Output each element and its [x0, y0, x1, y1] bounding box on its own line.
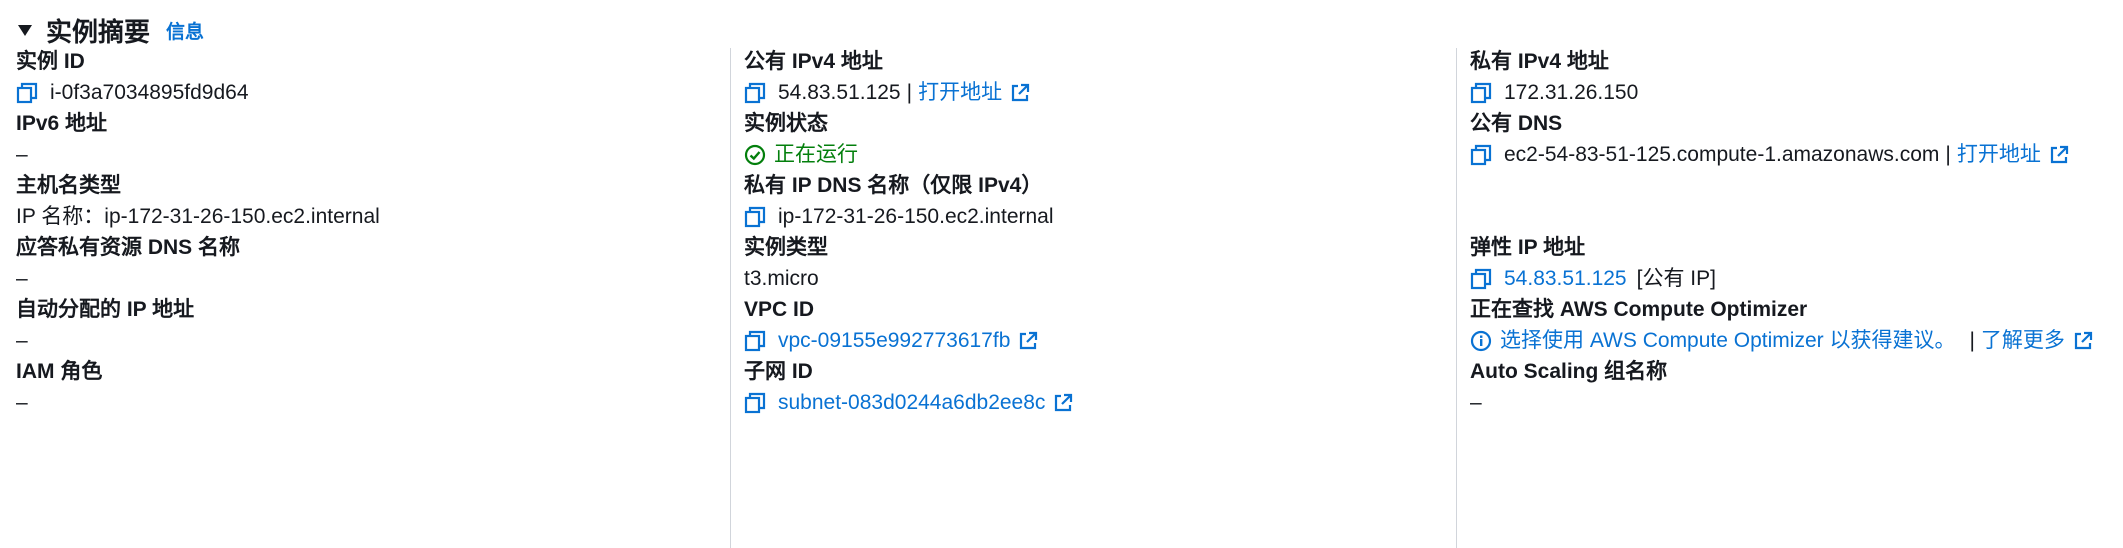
column-2: 公有 IPv4 地址 54.83.51.125 | 打开地址 实例状态 正在运行…: [744, 48, 1454, 548]
field-label: 实例类型: [744, 236, 828, 259]
field-label: IAM 角色: [16, 360, 103, 383]
field-auto-ip: 自动分配的 IP 地址 –: [16, 296, 726, 356]
public-dns-value: ec2-54-83-51-125.compute-1.amazonaws.com: [1504, 143, 1940, 166]
field-label: Auto Scaling 组名称: [1470, 360, 1668, 383]
instance-type-value: t3.micro: [744, 267, 819, 290]
answer-private-dns-value: –: [16, 267, 28, 290]
instance-id-value: i-0f3a7034895fd9d64: [50, 81, 249, 104]
section-header[interactable]: 实例摘要 信息: [16, 10, 204, 50]
private-ipv4-value: 172.31.26.150: [1504, 81, 1639, 104]
external-link-icon[interactable]: [1010, 82, 1032, 104]
field-label: 自动分配的 IP 地址: [16, 298, 195, 321]
field-elastic-ip: 弹性 IP 地址 54.83.51.125 [公有 IP]: [1470, 234, 2110, 294]
field-label: 实例 ID: [16, 50, 85, 73]
field-compute-optimizer: 正在查找 AWS Compute Optimizer 选择使用 AWS Comp…: [1470, 296, 2110, 356]
copy-icon[interactable]: [744, 80, 772, 106]
field-label: 公有 IPv4 地址: [744, 50, 883, 73]
asg-name-value: –: [1470, 391, 1482, 414]
ipv6-value: –: [16, 143, 28, 166]
field-answer-private-dns: 应答私有资源 DNS 名称 –: [16, 234, 726, 294]
public-ipv4-value: 54.83.51.125: [778, 81, 901, 104]
copy-icon[interactable]: [16, 80, 44, 106]
field-instance-type: 实例类型 t3.micro: [744, 234, 1454, 294]
instance-state-value: 正在运行: [774, 143, 858, 166]
field-label: 实例状态: [744, 112, 828, 135]
field-public-ipv4: 公有 IPv4 地址 54.83.51.125 | 打开地址: [744, 48, 1454, 108]
external-link-icon[interactable]: [2049, 144, 2071, 166]
field-private-ip-dns: 私有 IP DNS 名称（仅限 IPv4） ip-172-31-26-150.e…: [744, 172, 1454, 232]
field-private-ipv4: 私有 IPv4 地址 172.31.26.150: [1470, 48, 2110, 108]
private-ip-dns-value: ip-172-31-26-150.ec2.internal: [778, 205, 1054, 228]
learn-more-link[interactable]: 了解更多: [1981, 326, 2065, 356]
field-ipv6: IPv6 地址 –: [16, 110, 726, 170]
field-label: 应答私有资源 DNS 名称: [16, 236, 241, 259]
field-instance-id: 实例 ID i-0f3a7034895fd9d64: [16, 48, 726, 108]
field-iam-role: IAM 角色 –: [16, 358, 726, 418]
column-3: 私有 IPv4 地址 172.31.26.150 公有 DNS ec2-54-8…: [1470, 48, 2110, 548]
copy-icon[interactable]: [744, 390, 772, 416]
separator: |: [906, 81, 913, 104]
separator: |: [1969, 329, 1975, 352]
field-subnet-id: 子网 ID subnet-083d0244a6db2ee8c: [744, 358, 1454, 418]
elastic-ip-suffix: [公有 IP]: [1636, 267, 1716, 290]
field-vpc-id: VPC ID vpc-09155e992773617fb: [744, 296, 1454, 356]
field-label: 主机名类型: [16, 174, 121, 197]
field-label: 子网 ID: [744, 360, 813, 383]
copy-icon[interactable]: [1470, 266, 1498, 292]
field-label: 弹性 IP 地址: [1470, 236, 1586, 259]
field-hostname-type: 主机名类型 IP 名称：ip-172-31-26-150.ec2.interna…: [16, 172, 726, 232]
iam-role-value: –: [16, 391, 28, 414]
column-divider: [1456, 48, 1457, 548]
field-label: VPC ID: [744, 298, 815, 321]
external-link-icon[interactable]: [1053, 392, 1075, 414]
elastic-ip-link[interactable]: 54.83.51.125: [1504, 264, 1627, 294]
open-address-link[interactable]: 打开地址: [1957, 140, 2041, 170]
hostname-type-value: IP 名称：ip-172-31-26-150.ec2.internal: [16, 205, 380, 228]
field-label: IPv6 地址: [16, 112, 108, 135]
field-label: 私有 IPv4 地址: [1470, 50, 1609, 73]
field-label: 正在查找 AWS Compute Optimizer: [1470, 298, 1808, 321]
column-divider: [730, 48, 731, 548]
optimizer-opt-in-link[interactable]: 选择使用 AWS Compute Optimizer 以获得建议。: [1500, 326, 1955, 356]
copy-icon[interactable]: [744, 328, 772, 354]
copy-icon[interactable]: [744, 204, 772, 230]
field-instance-state: 实例状态 正在运行: [744, 110, 1454, 170]
separator: |: [1945, 143, 1951, 166]
vpc-id-link[interactable]: vpc-09155e992773617fb: [778, 326, 1010, 356]
section-title: 实例摘要: [46, 16, 151, 47]
field-public-dns: 公有 DNS ec2-54-83-51-125.compute-1.amazon…: [1470, 110, 2110, 170]
field-label: 私有 IP DNS 名称（仅限 IPv4）: [744, 174, 1043, 197]
auto-ip-value: –: [16, 329, 28, 352]
info-link[interactable]: 信息: [166, 17, 204, 44]
caret-down-icon[interactable]: [16, 21, 34, 39]
copy-icon[interactable]: [1470, 80, 1498, 106]
field-label: 公有 DNS: [1470, 112, 1563, 135]
external-link-icon[interactable]: [2073, 330, 2095, 352]
subnet-id-link[interactable]: subnet-083d0244a6db2ee8c: [778, 388, 1045, 418]
info-circle-icon: [1470, 329, 1494, 353]
external-link-icon[interactable]: [1018, 330, 1040, 352]
status-success-icon: [744, 143, 768, 167]
column-1: 实例 ID i-0f3a7034895fd9d64 IPv6 地址 – 主机名类…: [16, 48, 726, 548]
open-address-link[interactable]: 打开地址: [918, 78, 1002, 108]
field-asg-name: Auto Scaling 组名称 –: [1470, 358, 2110, 418]
copy-icon[interactable]: [1470, 142, 1498, 168]
